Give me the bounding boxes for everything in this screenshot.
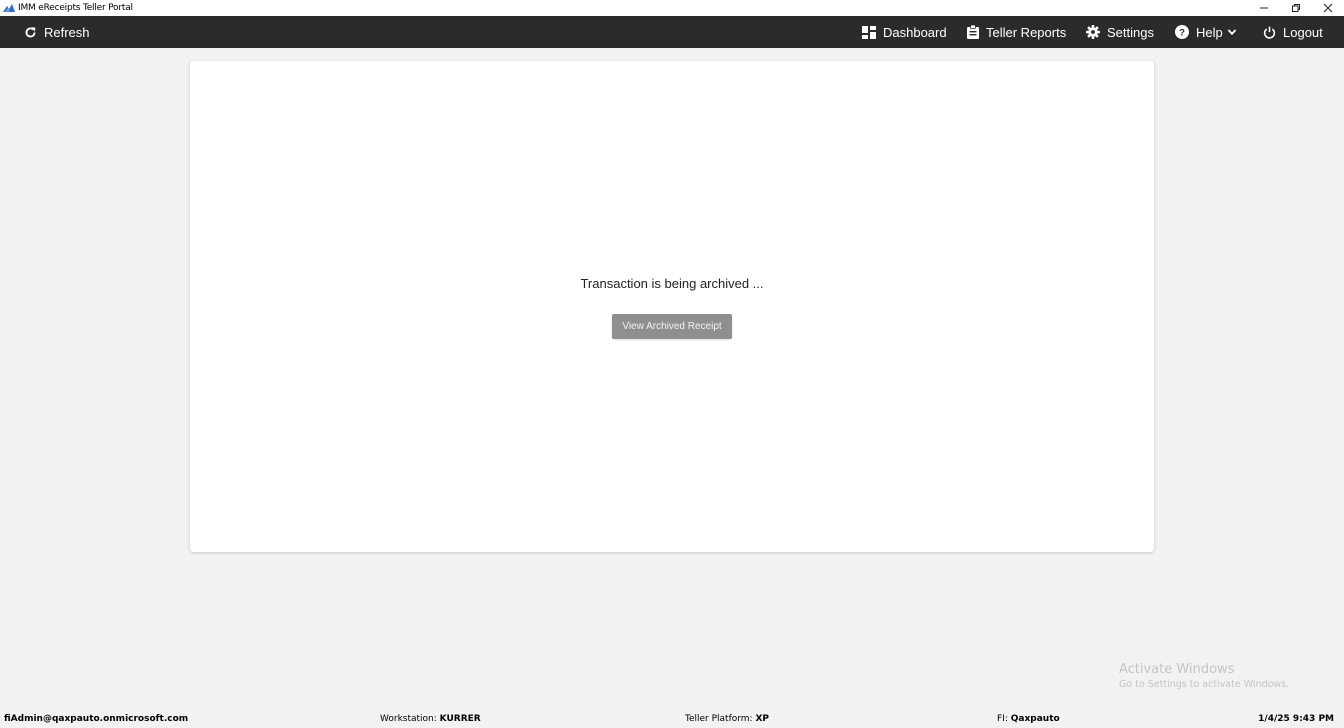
power-icon bbox=[1263, 26, 1276, 39]
footer-user-email: fiAdmin@qaxpauto.onmicrosoft.com bbox=[4, 714, 189, 724]
footer-teller-platform-value: XP bbox=[755, 714, 770, 724]
archive-status-message: Transaction is being archived ... bbox=[580, 276, 764, 291]
refresh-icon bbox=[25, 26, 36, 37]
window-title: IMM eReceipts Teller Portal bbox=[18, 3, 133, 13]
footer-fi-label: FI: bbox=[997, 714, 1008, 724]
logout-label: Logout bbox=[1283, 24, 1323, 40]
footer-teller-platform: Teller Platform: XP bbox=[685, 714, 769, 724]
watermark-subtitle: Go to Settings to activate Windows. bbox=[1119, 679, 1290, 690]
footer-workstation-value: KURRER bbox=[439, 714, 481, 724]
activate-windows-watermark: Activate Windows Go to Settings to activ… bbox=[1119, 662, 1289, 690]
footer-datetime: 1/4/25 9:43 PM bbox=[1258, 714, 1334, 724]
watermark-title: Activate Windows bbox=[1119, 662, 1235, 677]
app-logo-icon bbox=[3, 4, 15, 12]
help-circle-icon: ? bbox=[1175, 25, 1189, 39]
dashboard-button[interactable]: Dashboard bbox=[862, 16, 947, 48]
view-archived-receipt-button[interactable]: View Archived Receipt bbox=[612, 314, 732, 339]
footer-workstation-label: Workstation: bbox=[380, 714, 437, 724]
top-toolbar: Refresh Dashboard Teller Reports Setting… bbox=[0, 16, 1344, 48]
dashboard-label: Dashboard bbox=[883, 24, 947, 40]
footer-datetime-value: 1/4/25 9:43 PM bbox=[1258, 714, 1334, 724]
archive-status-card: Transaction is being archived ... View A… bbox=[190, 61, 1154, 552]
teller-reports-button[interactable]: Teller Reports bbox=[967, 16, 1066, 48]
logout-button[interactable]: Logout bbox=[1263, 16, 1323, 48]
restore-icon[interactable] bbox=[1280, 0, 1312, 16]
footer-fi-value: Qaxpauto bbox=[1010, 714, 1060, 724]
minimize-icon[interactable] bbox=[1248, 0, 1280, 16]
clipboard-icon bbox=[967, 25, 979, 39]
refresh-label: Refresh bbox=[44, 24, 90, 40]
footer-teller-platform-label: Teller Platform: bbox=[685, 714, 753, 724]
window-controls bbox=[1248, 0, 1344, 16]
help-label: Help bbox=[1196, 24, 1223, 40]
gear-icon bbox=[1086, 25, 1100, 39]
teller-reports-label: Teller Reports bbox=[986, 24, 1067, 40]
footer-workstation: Workstation: KURRER bbox=[380, 714, 481, 724]
chevron-down-icon bbox=[1227, 29, 1236, 36]
settings-label: Settings bbox=[1107, 24, 1154, 40]
help-menu-button[interactable]: ? Help bbox=[1175, 16, 1237, 48]
footer-fi: FI: Qaxpauto bbox=[997, 714, 1060, 724]
svg-text:?: ? bbox=[1179, 28, 1185, 39]
settings-button[interactable]: Settings bbox=[1086, 16, 1154, 48]
window-title-bar: IMM eReceipts Teller Portal bbox=[0, 0, 1344, 16]
footer-user: fiAdmin@qaxpauto.onmicrosoft.com bbox=[4, 714, 188, 724]
dashboard-icon bbox=[862, 25, 876, 39]
status-footer: fiAdmin@qaxpauto.onmicrosoft.com Worksta… bbox=[0, 710, 1344, 728]
close-icon[interactable] bbox=[1312, 0, 1344, 16]
refresh-button[interactable]: Refresh bbox=[24, 16, 90, 48]
